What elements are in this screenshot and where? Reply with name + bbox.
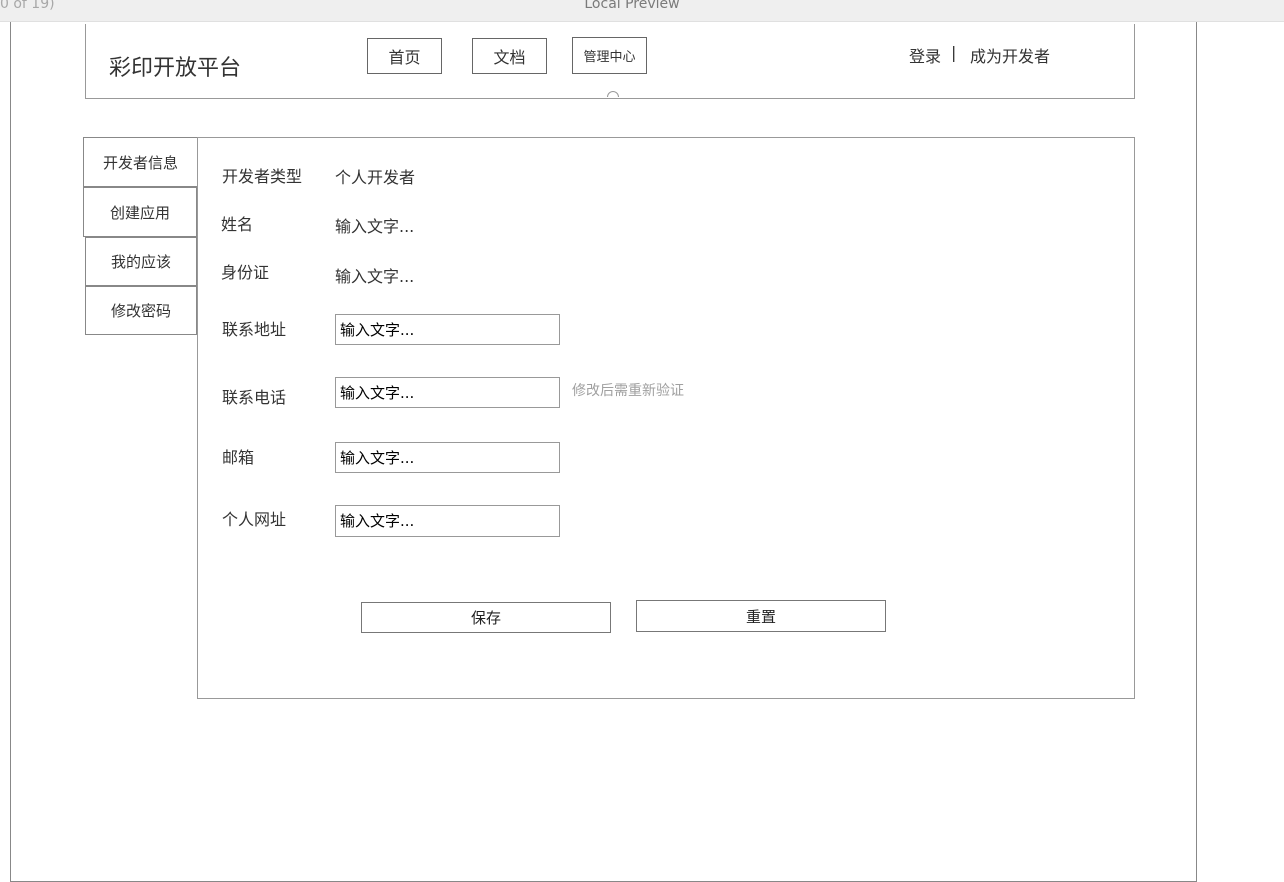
email-label: 邮箱	[222, 448, 255, 467]
nav-docs-button[interactable]: 文档	[472, 38, 547, 74]
header-separator: |	[951, 43, 957, 62]
sidebar-item-my-apps[interactable]: 我的应该	[85, 237, 197, 286]
reset-button[interactable]: 重置	[636, 600, 886, 632]
nav-admin-button[interactable]: 管理中心	[572, 37, 647, 74]
nav-home-button[interactable]: 首页	[367, 38, 442, 74]
sidebar-item-change-password[interactable]: 修改密码	[85, 286, 197, 335]
preview-title: Local Preview	[584, 0, 680, 12]
developer-type-label: 开发者类型	[222, 167, 303, 186]
address-field[interactable]: 输入文字...	[335, 314, 560, 345]
phone-field[interactable]: 输入文字...	[335, 377, 560, 408]
name-label: 姓名	[221, 215, 254, 234]
sidebar-item-developer-info[interactable]: 开发者信息	[83, 137, 198, 187]
email-field[interactable]: 输入文字...	[335, 442, 560, 473]
name-value: 输入文字...	[335, 217, 415, 236]
site-logo: 彩印开放平台	[109, 56, 242, 81]
sidebar-item-create-app[interactable]: 创建应用	[83, 187, 197, 237]
id-card-label: 身份证	[221, 263, 270, 282]
phone-hint: 修改后需重新验证	[572, 383, 684, 399]
login-link[interactable]: 登录	[909, 43, 941, 67]
website-label: 个人网址	[222, 510, 287, 529]
id-card-value: 输入文字...	[335, 267, 415, 286]
address-label: 联系地址	[222, 320, 287, 339]
save-button[interactable]: 保存	[361, 602, 611, 633]
developer-type-value: 个人开发者	[335, 168, 416, 187]
phone-label: 联系电话	[222, 388, 287, 407]
website-field[interactable]: 输入文字...	[335, 505, 560, 537]
become-developer-link[interactable]: 成为开发者	[970, 43, 1050, 67]
